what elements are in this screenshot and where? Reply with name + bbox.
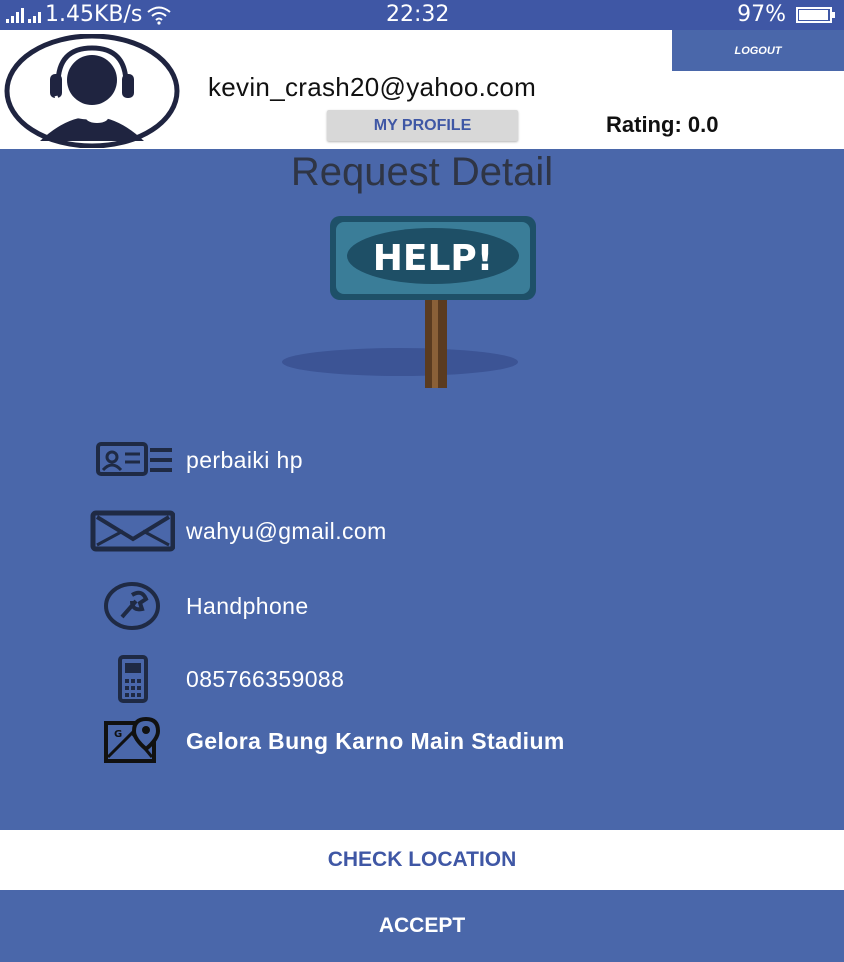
- page-title: Request Detail: [290, 150, 554, 194]
- detail-row-phone: 085766359088: [84, 655, 345, 703]
- status-right: 97%: [737, 2, 835, 27]
- wifi-icon: [147, 6, 172, 25]
- user-rating: Rating: 0.0: [606, 112, 719, 137]
- clock: 22:32: [386, 2, 450, 27]
- battery-percent: 97%: [737, 2, 786, 27]
- logout-button[interactable]: LOGOUT: [672, 30, 844, 71]
- request-location: Gelora Bung Karno Main Stadium: [186, 727, 565, 754]
- detail-row-category: Handphone: [84, 582, 309, 630]
- user-header: kevin_crash20@yahoo.com LOGOUT MY PROFIL…: [0, 30, 844, 149]
- svg-text:G: G: [114, 729, 122, 740]
- network-speed: 1.45KB/s: [45, 2, 143, 27]
- battery-icon: [796, 6, 835, 23]
- detail-row-email: wahyu@gmail.com: [84, 508, 387, 554]
- support-agent-avatar-icon: [4, 34, 180, 148]
- signal-icon: [6, 7, 24, 23]
- help-sign-icon: HELP!: [282, 216, 536, 388]
- map-icon: G: [84, 717, 180, 764]
- request-category: Handphone: [186, 592, 309, 619]
- user-email: kevin_crash20@yahoo.com: [208, 72, 537, 102]
- signal-2-icon: [28, 7, 41, 23]
- detail-row-location: G Gelora Bung Karno Main Stadium: [84, 717, 565, 764]
- request-title: perbaiki hp: [186, 446, 303, 473]
- requester-phone: 085766359088: [186, 665, 345, 692]
- help-sign-text: HELP!: [373, 238, 493, 279]
- id-card-icon: [84, 437, 180, 483]
- status-left: 1.45KB/s: [6, 2, 172, 27]
- accept-button[interactable]: ACCEPT: [0, 890, 844, 962]
- my-profile-button[interactable]: MY PROFILE: [327, 110, 518, 141]
- phone-icon: [84, 655, 180, 703]
- check-location-button[interactable]: CHECK LOCATION: [0, 830, 844, 890]
- detail-row-name: perbaiki hp: [84, 437, 303, 483]
- status-bar: 1.45KB/s 22:32 97%: [0, 0, 844, 30]
- envelope-icon: [84, 508, 180, 554]
- requester-email: wahyu@gmail.com: [186, 517, 387, 544]
- wrench-icon: [84, 582, 180, 630]
